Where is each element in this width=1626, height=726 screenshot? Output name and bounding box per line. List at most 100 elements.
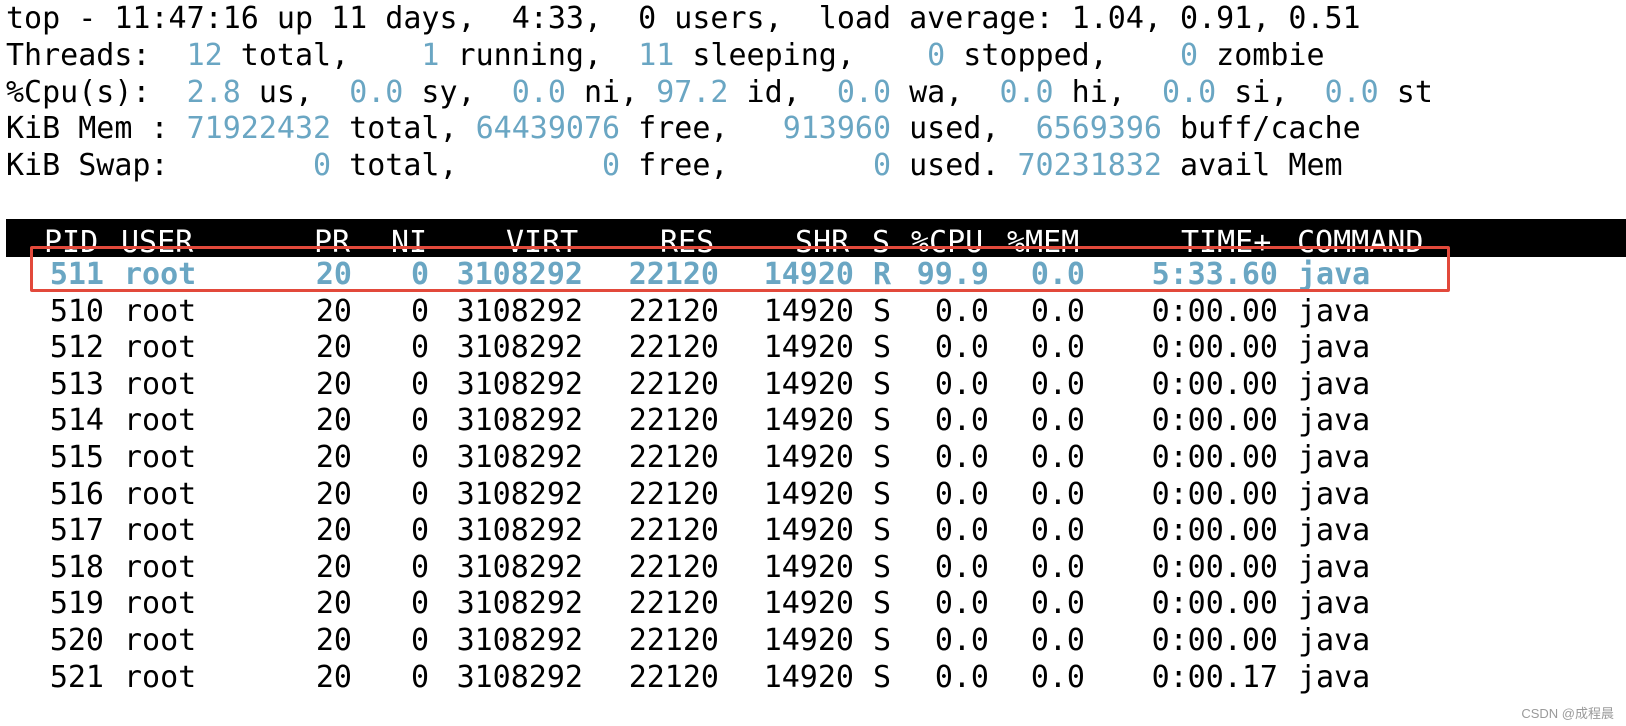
cell-pid: 512: [49, 330, 104, 366]
summary-label: KiB Mem :: [6, 111, 187, 146]
summary-value: 97.2: [656, 75, 729, 110]
cell-mem: 0.0: [1030, 330, 1085, 366]
summary-label: total,: [331, 148, 494, 183]
table-row: 520 root 20 0 3108292 22120 14920 S 0.0 0.0 0:00.0…: [0, 622, 1626, 660]
cell-time: 0:00.00: [1151, 366, 1278, 402]
summary-label: used.: [891, 148, 1018, 183]
summary-label: %Cpu(s):: [6, 75, 169, 110]
cell-time: 0:00.00: [1151, 403, 1278, 439]
summary-value: 71922432: [186, 111, 332, 146]
cell-cmd: java: [1298, 549, 1371, 585]
table-row: 517 root 20 0 3108292 22120 14920 S 0.0 0.0 0:00.0…: [0, 512, 1626, 550]
cell-pid: 518: [49, 549, 104, 585]
summary-label: total,: [331, 111, 476, 146]
table-row: 519 root 20 0 3108292 22120 14920 S 0.0 0.0 0:00.0…: [0, 585, 1626, 623]
summary-label: avail Mem: [1162, 148, 1343, 183]
summary-value: 2.8: [168, 75, 241, 110]
summary-label: id,: [728, 75, 837, 110]
cell-mem: 0.0: [1030, 659, 1085, 695]
summary-value: 0: [891, 38, 946, 73]
cell-time: 0:00.00: [1151, 293, 1278, 329]
table-row: 512 root 20 0 3108292 22120 14920 S 0.0 0.0 0:00.0…: [0, 329, 1626, 367]
cell-cmd: java: [1298, 440, 1371, 475]
summary-value: 0.0: [1324, 75, 1379, 110]
summary-value: 913960: [782, 111, 892, 146]
cell-cmd: java: [1298, 659, 1371, 695]
cell-time: 0:00.17: [1151, 659, 1278, 695]
summary-label: free,: [620, 148, 765, 183]
table-row: 516 root 20 0 3108292 22120 14920 S 0.0 0.0 0:00.0…: [0, 476, 1626, 514]
summary-label: stopped,: [945, 38, 1144, 73]
summary-value: 6569396: [1035, 111, 1162, 146]
cell-pid: 510: [49, 293, 104, 329]
cell-cmd: java: [1298, 366, 1371, 402]
summary-label: zombie: [1198, 38, 1325, 73]
summary-uptime-line: top - 11:47:16 up 11 days, 4:33, 0 users…: [6, 1, 1361, 36]
summary-value: 11: [638, 38, 675, 73]
summary-value: 0.0: [349, 75, 404, 110]
summary-label: st: [1378, 75, 1433, 110]
cell-cmd: java: [1298, 293, 1371, 329]
summary-value: 0: [1143, 38, 1199, 73]
summary-value: 0.0: [836, 75, 892, 110]
cell-pid: 519: [49, 586, 104, 622]
summary-label: si,: [1216, 75, 1325, 110]
summary-label: ni,: [565, 75, 657, 110]
summary-label: hi,: [1053, 75, 1162, 110]
summary-label: us,: [240, 75, 350, 110]
cell-time: 0:00.00: [1151, 586, 1278, 622]
cell-time: 0:00.00: [1151, 476, 1278, 512]
cell-mem: 0.0: [1030, 366, 1085, 402]
cell-time: 0:00.00: [1151, 513, 1278, 549]
summary-label: total,: [222, 38, 386, 73]
summary-value: 0.0: [511, 75, 566, 110]
summary-label: KiB Swap:: [6, 148, 187, 183]
table-row: 514 root 20 0 3108292 22120 14920 S 0.0 0.0 0:00.0…: [0, 402, 1626, 440]
cell-time: 0:00.00: [1151, 623, 1278, 658]
summary-label: running,: [439, 38, 639, 73]
cell-cmd: java: [1298, 330, 1371, 366]
cell-mem: 0.0: [1030, 403, 1085, 439]
summary-value: 0.0: [1162, 75, 1217, 110]
cell-pid: 513: [49, 366, 104, 402]
summary-swap-line: KiB Swap: 0 total, 0 free, 0 used. 70231…: [6, 147, 1343, 185]
cell-pid: 516: [49, 476, 104, 512]
cell-pid: 515: [49, 440, 104, 475]
cell-mem: 0.0: [1030, 513, 1085, 549]
cell-cmd: java: [1298, 403, 1371, 439]
summary-value: 0: [493, 148, 621, 183]
table-row: 513 root 20 0 3108292 22120 14920 S 0.0 0.0 0:00.0…: [0, 366, 1626, 404]
cell-pid: 520: [49, 623, 104, 658]
cell-time: 0:00.00: [1151, 549, 1278, 585]
cell-mem: 0.0: [1030, 293, 1085, 329]
cell-cmd: java: [1298, 513, 1371, 549]
table-row: 510 root 20 0 3108292 22120 14920 S 0.0 0.0 0:00.0…: [0, 293, 1626, 331]
cell-cmd: java: [1298, 586, 1371, 622]
cell-mem: 0.0: [1030, 586, 1085, 622]
summary-cpu-line: %Cpu(s): 2.8 us, 0.0 sy, 0.0 ni, 97.2 id…: [6, 74, 1433, 112]
cell-mem: 0.0: [1030, 623, 1085, 658]
summary-label: sy,: [403, 75, 512, 110]
table-row: 521 root 20 0 3108292 22120 14920 S 0.0 0.0 0:00.1…: [0, 659, 1626, 697]
summary-label: sleeping,: [674, 38, 892, 73]
summary-value: 0: [764, 148, 892, 183]
cell-pid: 517: [49, 513, 104, 549]
summary-label: buff/cache: [1162, 111, 1361, 146]
cell-time: 0:00.00: [1151, 440, 1278, 475]
cell-mem: 0.0: [1030, 440, 1085, 475]
summary-value: 12: [168, 38, 223, 73]
summary-label: wa,: [891, 75, 1000, 110]
cell-time: 0:00.00: [1151, 330, 1278, 366]
cell-pid: 521: [49, 659, 104, 695]
table-row: 515 root 20 0 3108292 22120 14920 S 0.0 0.0 0:00.0…: [0, 439, 1626, 477]
summary-value: 64439076: [475, 111, 621, 146]
summary-value: 70231832: [1017, 148, 1163, 183]
summary-value: 0: [186, 148, 332, 183]
summary-label: free,: [620, 111, 783, 146]
summary-label: Threads:: [6, 38, 169, 73]
cell-pid: 514: [49, 403, 104, 439]
highlight-box: [30, 246, 1450, 292]
cell-cmd: java: [1298, 476, 1371, 512]
cell-mem: 0.0: [1030, 476, 1085, 512]
summary-label: used,: [891, 111, 1036, 146]
